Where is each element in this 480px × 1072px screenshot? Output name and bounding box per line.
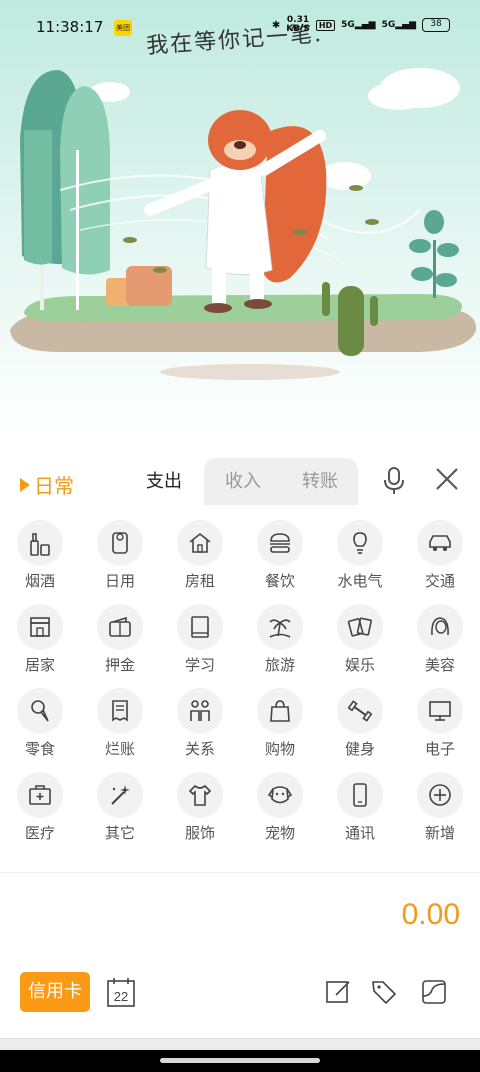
- people-icon: [190, 700, 210, 721]
- hd-voice-icon: HD: [315, 19, 336, 31]
- divider: [0, 872, 480, 873]
- category-pets[interactable]: 宠物: [245, 772, 315, 850]
- category-telecom[interactable]: 通讯: [325, 772, 395, 850]
- account-credit-card-button[interactable]: 信用卡: [20, 972, 90, 1012]
- category-shopping[interactable]: 购物: [245, 688, 315, 766]
- storefront-icon: [30, 617, 50, 637]
- burger-icon: [270, 533, 290, 553]
- category-dining[interactable]: 餐饮: [245, 520, 315, 598]
- category-clothing[interactable]: 服饰: [165, 772, 235, 850]
- battery-icon: 38: [422, 18, 450, 32]
- magic-wand-icon: [111, 785, 130, 805]
- calendar-icon[interactable]: 22: [106, 976, 136, 1008]
- tissue-roll-icon: [112, 532, 128, 554]
- woman-face-icon: [431, 617, 449, 636]
- keyboard-strip: [0, 1038, 480, 1050]
- category-beauty[interactable]: 美容: [405, 604, 475, 682]
- category-relations[interactable]: 关系: [165, 688, 235, 766]
- phone-icon: [353, 783, 367, 807]
- tab-income[interactable]: 收入: [204, 458, 282, 505]
- category-study[interactable]: 学习: [165, 604, 235, 682]
- book-icon: [191, 616, 209, 638]
- medical-kit-icon: [29, 785, 51, 805]
- category-travel[interactable]: 旅游: [245, 604, 315, 682]
- signal-icon-1: 5G▂▄▆: [341, 20, 376, 30]
- header-illustration: 我在等你记一笔.: [0, 0, 480, 438]
- squirrel-tai-chi-illustration: [0, 0, 480, 438]
- category-home[interactable]: 居家: [5, 604, 75, 682]
- ledger-selector[interactable]: 日常: [20, 470, 74, 499]
- category-add-new[interactable]: 新增: [405, 772, 475, 850]
- category-other[interactable]: 其它: [85, 772, 155, 850]
- light-bulb-icon: [353, 532, 367, 554]
- microphone-icon[interactable]: [382, 466, 406, 496]
- ledger-label: 日常: [34, 474, 74, 498]
- house-icon: [189, 532, 211, 553]
- status-time: 11:38:17: [36, 18, 104, 36]
- system-nav-bar: [0, 1050, 480, 1072]
- add-circle-icon: [429, 784, 451, 806]
- category-deposit[interactable]: 押金: [85, 604, 155, 682]
- car-icon: [429, 535, 451, 551]
- status-bar: 11:38:17 美团 ✱ 0.31 KB/S HD 5G▂▄▆ 5G▂▄▆ 3…: [0, 0, 480, 56]
- tab-bar: 日常 支出 收入 转账: [0, 438, 480, 528]
- meituan-badge-icon: 美团: [114, 20, 132, 36]
- category-utilities[interactable]: 水电气: [325, 520, 395, 598]
- palm-island-icon: [269, 619, 291, 638]
- category-bad-debt[interactable]: 烂账: [85, 688, 155, 766]
- liquor-bottle-icon: [30, 533, 50, 556]
- category-daily[interactable]: 日用: [85, 520, 155, 598]
- record-panel: 日常 支出 收入 转账 烟酒 日用 房租 餐饮 水电气 交通 居家 押金 学习 …: [0, 438, 480, 1050]
- shopping-bag-icon: [270, 700, 290, 722]
- signal-icon-2: 5G▂▄▆: [381, 20, 416, 30]
- wallet-icon: [109, 616, 131, 637]
- network-speed: 0.31 KB/S: [286, 15, 310, 34]
- shirt-icon: [188, 784, 212, 806]
- status-icons: ✱ 0.31 KB/S HD 5G▂▄▆ 5G▂▄▆ 38: [272, 16, 450, 34]
- playing-cards-icon: [347, 617, 372, 637]
- amount-display[interactable]: 0.00: [402, 898, 460, 932]
- calendar-day: 22: [114, 989, 128, 1004]
- dumbbell-icon: [347, 700, 373, 722]
- home-gesture-handle[interactable]: [160, 1058, 320, 1063]
- triangle-right-icon: [20, 477, 30, 492]
- monitor-icon: [429, 701, 451, 721]
- category-rent[interactable]: 房租: [165, 520, 235, 598]
- ice-cream-icon: [31, 700, 49, 722]
- tag-icon[interactable]: [370, 978, 398, 1006]
- close-icon[interactable]: [434, 466, 460, 492]
- tab-transfer[interactable]: 转账: [282, 458, 358, 505]
- receipt-icon: [112, 700, 128, 722]
- image-crop-icon[interactable]: [420, 978, 448, 1006]
- tab-expense[interactable]: 支出: [124, 458, 204, 505]
- dog-face-icon: [267, 786, 293, 804]
- bluetooth-icon: ✱: [271, 19, 281, 31]
- category-entertainment[interactable]: 娱乐: [325, 604, 395, 682]
- category-fitness[interactable]: 健身: [325, 688, 395, 766]
- category-snacks[interactable]: 零食: [5, 688, 75, 766]
- category-transport[interactable]: 交通: [405, 520, 475, 598]
- note-edit-icon[interactable]: [324, 978, 352, 1006]
- category-medical[interactable]: 医疗: [5, 772, 75, 850]
- category-liquor[interactable]: 烟酒: [5, 520, 75, 598]
- category-electronics[interactable]: 电子: [405, 688, 475, 766]
